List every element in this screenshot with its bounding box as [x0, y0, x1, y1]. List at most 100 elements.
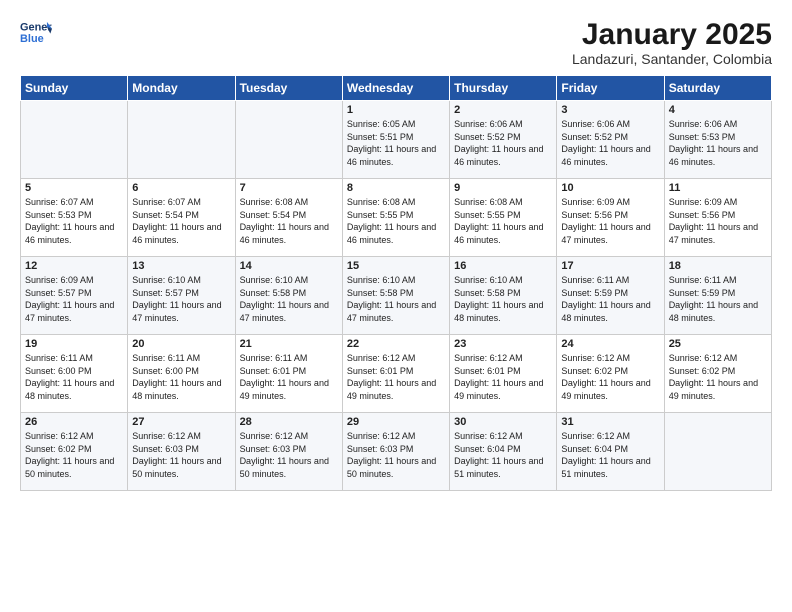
day-header-wednesday: Wednesday — [342, 76, 449, 101]
calendar-cell: 8 Sunrise: 6:08 AM Sunset: 5:55 PM Daylig… — [342, 179, 449, 257]
main-title: January 2025 — [572, 18, 772, 51]
day-info: Sunrise: 6:11 AM Sunset: 6:00 PM Dayligh… — [132, 352, 230, 402]
day-info: Sunrise: 6:12 AM Sunset: 6:02 PM Dayligh… — [669, 352, 767, 402]
logo-icon: General Blue — [20, 18, 52, 46]
day-info: Sunrise: 6:12 AM Sunset: 6:02 PM Dayligh… — [561, 352, 659, 402]
day-number: 8 — [347, 182, 445, 194]
calendar-cell: 12Sunrise: 6:09 AM Sunset: 5:57 PM Dayli… — [21, 257, 128, 335]
day-number: 22 — [347, 338, 445, 350]
day-info: Sunrise: 6:10 AM Sunset: 5:57 PM Dayligh… — [132, 274, 230, 324]
calendar-cell: 29 Sunrise: 6:12 AM Sunset: 6:03 PM Dayli… — [342, 413, 449, 491]
day-number: 12 — [25, 260, 123, 272]
calendar-cell: 21 Sunrise: 6:11 AM Sunset: 6:01 PM Dayli… — [235, 335, 342, 413]
day-number: 18 — [669, 260, 767, 272]
day-number: 21 — [240, 338, 338, 350]
calendar-cell: 13 Sunrise: 6:10 AM Sunset: 5:57 PM Dayli… — [128, 257, 235, 335]
calendar-cell: 11Sunrise: 6:09 AM Sunset: 5:56 PM Dayli… — [664, 179, 771, 257]
day-number: 10 — [561, 182, 659, 194]
week-row-1: 1Sunrise: 6:05 AM Sunset: 5:51 PM Daylig… — [21, 101, 772, 179]
day-number: 4 — [669, 104, 767, 116]
day-info: Sunrise: 6:11 AM Sunset: 5:59 PM Dayligh… — [669, 274, 767, 324]
calendar-table: SundayMondayTuesdayWednesdayThursdayFrid… — [20, 75, 772, 491]
day-info: Sunrise: 6:12 AM Sunset: 6:01 PM Dayligh… — [454, 352, 552, 402]
calendar-cell: 22Sunrise: 6:12 AM Sunset: 6:01 PM Dayli… — [342, 335, 449, 413]
day-number: 9 — [454, 182, 552, 194]
day-info: Sunrise: 6:12 AM Sunset: 6:04 PM Dayligh… — [561, 430, 659, 480]
page: General Blue January 2025 Landazuri, San… — [0, 0, 792, 612]
calendar-cell: 18 Sunrise: 6:11 AM Sunset: 5:59 PM Dayli… — [664, 257, 771, 335]
day-number: 2 — [454, 104, 552, 116]
calendar-cell: 23 Sunrise: 6:12 AM Sunset: 6:01 PM Dayli… — [450, 335, 557, 413]
day-header-saturday: Saturday — [664, 76, 771, 101]
calendar-cell: 25 Sunrise: 6:12 AM Sunset: 6:02 PM Dayli… — [664, 335, 771, 413]
calendar-cell — [21, 101, 128, 179]
day-number: 13 — [132, 260, 230, 272]
day-info: Sunrise: 6:06 AM Sunset: 5:52 PM Dayligh… — [454, 118, 552, 168]
day-header-tuesday: Tuesday — [235, 76, 342, 101]
week-row-3: 12Sunrise: 6:09 AM Sunset: 5:57 PM Dayli… — [21, 257, 772, 335]
day-info: Sunrise: 6:06 AM Sunset: 5:52 PM Dayligh… — [561, 118, 659, 168]
day-number: 25 — [669, 338, 767, 350]
day-info: Sunrise: 6:12 AM Sunset: 6:03 PM Dayligh… — [132, 430, 230, 480]
day-number: 7 — [240, 182, 338, 194]
day-header-friday: Friday — [557, 76, 664, 101]
day-info: Sunrise: 6:08 AM Sunset: 5:55 PM Dayligh… — [347, 196, 445, 246]
day-info: Sunrise: 6:12 AM Sunset: 6:03 PM Dayligh… — [240, 430, 338, 480]
calendar-cell: 4Sunrise: 6:06 AM Sunset: 5:53 PM Daylig… — [664, 101, 771, 179]
day-number: 23 — [454, 338, 552, 350]
day-number: 27 — [132, 416, 230, 428]
day-info: Sunrise: 6:12 AM Sunset: 6:04 PM Dayligh… — [454, 430, 552, 480]
header-row: SundayMondayTuesdayWednesdayThursdayFrid… — [21, 76, 772, 101]
title-block: January 2025 Landazuri, Santander, Colom… — [572, 18, 772, 67]
day-header-monday: Monday — [128, 76, 235, 101]
day-number: 19 — [25, 338, 123, 350]
day-number: 6 — [132, 182, 230, 194]
calendar-cell: 30 Sunrise: 6:12 AM Sunset: 6:04 PM Dayli… — [450, 413, 557, 491]
day-header-thursday: Thursday — [450, 76, 557, 101]
day-number: 15 — [347, 260, 445, 272]
calendar-cell — [235, 101, 342, 179]
day-number: 14 — [240, 260, 338, 272]
day-info: Sunrise: 6:11 AM Sunset: 6:00 PM Dayligh… — [25, 352, 123, 402]
day-number: 24 — [561, 338, 659, 350]
day-header-sunday: Sunday — [21, 76, 128, 101]
logo: General Blue — [20, 18, 52, 46]
subtitle: Landazuri, Santander, Colombia — [572, 51, 772, 67]
week-row-5: 26 Sunrise: 6:12 AM Sunset: 6:02 PM Dayli… — [21, 413, 772, 491]
calendar-cell: 1Sunrise: 6:05 AM Sunset: 5:51 PM Daylig… — [342, 101, 449, 179]
day-number: 30 — [454, 416, 552, 428]
calendar-cell: 14 Sunrise: 6:10 AM Sunset: 5:58 PM Dayli… — [235, 257, 342, 335]
header: General Blue January 2025 Landazuri, San… — [20, 18, 772, 67]
calendar-cell: 7Sunrise: 6:08 AM Sunset: 5:54 PM Daylig… — [235, 179, 342, 257]
day-info: Sunrise: 6:07 AM Sunset: 5:54 PM Dayligh… — [132, 196, 230, 246]
day-number: 26 — [25, 416, 123, 428]
day-info: Sunrise: 6:11 AM Sunset: 5:59 PM Dayligh… — [561, 274, 659, 324]
calendar-cell: 20Sunrise: 6:11 AM Sunset: 6:00 PM Dayli… — [128, 335, 235, 413]
day-info: Sunrise: 6:05 AM Sunset: 5:51 PM Dayligh… — [347, 118, 445, 168]
calendar-cell: 26 Sunrise: 6:12 AM Sunset: 6:02 PM Dayli… — [21, 413, 128, 491]
day-info: Sunrise: 6:09 AM Sunset: 5:56 PM Dayligh… — [561, 196, 659, 246]
day-info: Sunrise: 6:10 AM Sunset: 5:58 PM Dayligh… — [240, 274, 338, 324]
day-info: Sunrise: 6:07 AM Sunset: 5:53 PM Dayligh… — [25, 196, 123, 246]
day-info: Sunrise: 6:12 AM Sunset: 6:03 PM Dayligh… — [347, 430, 445, 480]
day-number: 29 — [347, 416, 445, 428]
calendar-cell: 15 Sunrise: 6:10 AM Sunset: 5:58 PM Dayli… — [342, 257, 449, 335]
calendar-cell: 19 Sunrise: 6:11 AM Sunset: 6:00 PM Dayli… — [21, 335, 128, 413]
calendar-cell — [128, 101, 235, 179]
day-info: Sunrise: 6:08 AM Sunset: 5:55 PM Dayligh… — [454, 196, 552, 246]
day-number: 5 — [25, 182, 123, 194]
svg-text:Blue: Blue — [20, 33, 44, 45]
calendar-cell: 2 Sunrise: 6:06 AM Sunset: 5:52 PM Daylig… — [450, 101, 557, 179]
calendar-cell: 9 Sunrise: 6:08 AM Sunset: 5:55 PM Daylig… — [450, 179, 557, 257]
day-number: 28 — [240, 416, 338, 428]
calendar-cell: 31Sunrise: 6:12 AM Sunset: 6:04 PM Dayli… — [557, 413, 664, 491]
day-info: Sunrise: 6:12 AM Sunset: 6:02 PM Dayligh… — [25, 430, 123, 480]
calendar-cell: 6 Sunrise: 6:07 AM Sunset: 5:54 PM Daylig… — [128, 179, 235, 257]
week-row-2: 5 Sunrise: 6:07 AM Sunset: 5:53 PM Daylig… — [21, 179, 772, 257]
calendar-cell: 10 Sunrise: 6:09 AM Sunset: 5:56 PM Dayli… — [557, 179, 664, 257]
calendar-cell: 24 Sunrise: 6:12 AM Sunset: 6:02 PM Dayli… — [557, 335, 664, 413]
day-info: Sunrise: 6:11 AM Sunset: 6:01 PM Dayligh… — [240, 352, 338, 402]
day-info: Sunrise: 6:10 AM Sunset: 5:58 PM Dayligh… — [347, 274, 445, 324]
calendar-cell — [664, 413, 771, 491]
calendar-cell: 5 Sunrise: 6:07 AM Sunset: 5:53 PM Daylig… — [21, 179, 128, 257]
